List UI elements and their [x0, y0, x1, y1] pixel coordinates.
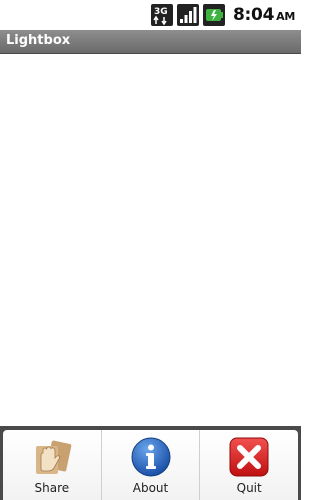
share-label: Share [34, 481, 70, 495]
status-icons: 3G 8:04 AM [151, 3, 295, 27]
share-menu-item[interactable]: Share [3, 430, 101, 500]
share-hand-icon [35, 440, 72, 474]
options-menu: Share About Quit [0, 426, 301, 500]
status-time-value: 8:04 [233, 5, 275, 25]
options-menu-panel: Share About Quit [3, 430, 298, 500]
battery-charging-icon [203, 4, 226, 26]
quit-label: Quit [236, 481, 262, 495]
status-bar: 3G 8:04 AM [0, 0, 301, 30]
signal-strength-icon [177, 4, 200, 26]
content-area [0, 54, 301, 426]
info-icon [131, 437, 170, 477]
close-x-icon [229, 437, 269, 477]
screen: 3G 8:04 AM Lightbox Share About Quit [0, 0, 301, 500]
app-title: Lightbox [6, 33, 71, 48]
svg-text:3G: 3G [154, 7, 168, 17]
about-menu-item[interactable]: About [100, 430, 200, 500]
quit-menu-item[interactable]: Quit [199, 430, 298, 500]
title-bar: Lightbox [0, 30, 301, 54]
status-time-ampm: AM [276, 10, 295, 23]
status-time: 8:04 AM [233, 5, 295, 25]
network-3g-icon: 3G [151, 4, 174, 26]
about-label: About [132, 481, 169, 495]
